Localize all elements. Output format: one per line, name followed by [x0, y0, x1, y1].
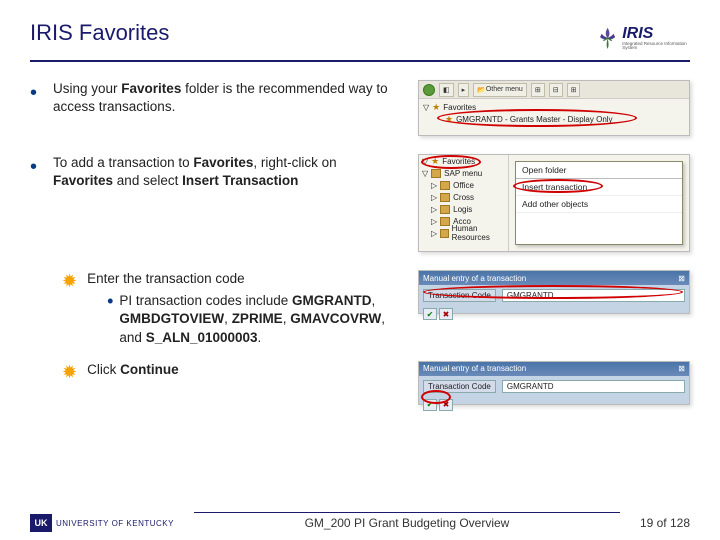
sap-tree-panel: ▽★Favorites ▽SAP menu ▷Office ▷Cross ▷Lo…: [419, 155, 509, 251]
iris-logo-text: IRIS: [622, 26, 690, 42]
toolbar-btn: ▸: [458, 83, 470, 97]
uk-logo-text: UNIVERSITY OF KENTUCKY: [56, 519, 174, 528]
toolbar-btn: ◧: [439, 83, 454, 97]
enter-icon: [423, 84, 435, 96]
footer-title: GM_200 PI Grant Budgeting Overview: [194, 512, 620, 532]
highlight-ring-icon: [421, 390, 451, 404]
highlight-ring-icon: [421, 155, 481, 169]
bullet-1-text: Using your Favorites folder is the recom…: [53, 80, 408, 116]
bullet-icon: •: [30, 83, 37, 103]
screenshot-context-menu: ▽★Favorites ▽SAP menu ▷Office ▷Cross ▷Lo…: [418, 154, 690, 252]
dialog-titlebar: Manual entry of a transaction⊠: [419, 362, 689, 376]
screenshot-transaction-dialog-2: Manual entry of a transaction⊠ Transacti…: [418, 361, 690, 405]
dialog-titlebar: Manual entry of a transaction⊠: [419, 271, 689, 285]
star-1-text: Enter the transaction code • PI transact…: [87, 270, 408, 347]
continue-icon: ✔: [423, 308, 437, 320]
uk-logo: UK UNIVERSITY OF KENTUCKY: [30, 514, 174, 532]
toolbar-btn: ⊞: [567, 83, 581, 97]
highlight-ring-icon: [423, 285, 683, 299]
inner-bullet-text: PI transaction codes include GMGRANTD, G…: [119, 292, 408, 347]
close-icon: ⊠: [678, 364, 685, 373]
uk-mark-icon: UK: [30, 514, 52, 532]
bullet-row-1: • Using your Favorites folder is the rec…: [30, 80, 690, 136]
menu-item: Open folder: [516, 162, 682, 179]
slide-title: IRIS Favorites: [30, 20, 169, 46]
other-menu-btn: 📂 Other menu: [473, 83, 527, 97]
star-2-text: Click Continue: [87, 361, 408, 379]
bullet-icon: •: [30, 157, 37, 177]
bullet-row-2: • To add a transaction to Favorites, rig…: [30, 154, 690, 252]
menu-item: Add other objects: [516, 196, 682, 213]
page-number: 19 of 128: [640, 516, 690, 532]
iris-flower-icon: [595, 23, 620, 53]
iris-logo: IRIS Integrated Resource Information Sys…: [595, 20, 690, 56]
bullet-icon: •: [107, 292, 113, 310]
toolbar-btn: ⊟: [549, 83, 563, 97]
highlight-ring-icon: [437, 109, 637, 127]
screenshot-transaction-dialog-1: Manual entry of a transaction⊠ Transacti…: [418, 270, 690, 314]
cancel-icon: ✖: [439, 308, 453, 320]
star-row-2: ✹ Click Continue Manual entry of a trans…: [62, 361, 690, 405]
highlight-ring-icon: [513, 179, 603, 193]
footer: UK UNIVERSITY OF KENTUCKY GM_200 PI Gran…: [30, 512, 690, 532]
close-icon: ⊠: [678, 274, 685, 283]
bullet-2-text: To add a transaction to Favorites, right…: [53, 154, 408, 190]
title-bar: IRIS Favorites IRIS Integrated Resource …: [30, 20, 690, 62]
toolbar-btn: ⊞: [531, 83, 545, 97]
star-row-1: ✹ Enter the transaction code • PI transa…: [62, 270, 690, 347]
iris-logo-sub: Integrated Resource Information System: [622, 42, 690, 51]
screenshot-favorites-tree: ◧ ▸ 📂 Other menu ⊞ ⊟ ⊞ ▽★Favorites ★GMGR…: [418, 80, 690, 136]
star-icon: ✹: [62, 362, 77, 383]
context-menu: Open folder Insert transaction Add other…: [515, 161, 683, 245]
transaction-code-input: GMGRANTD: [502, 380, 685, 393]
sap-toolbar: ◧ ▸ 📂 Other menu ⊞ ⊟ ⊞: [419, 81, 689, 99]
star-icon: ✹: [62, 271, 77, 292]
